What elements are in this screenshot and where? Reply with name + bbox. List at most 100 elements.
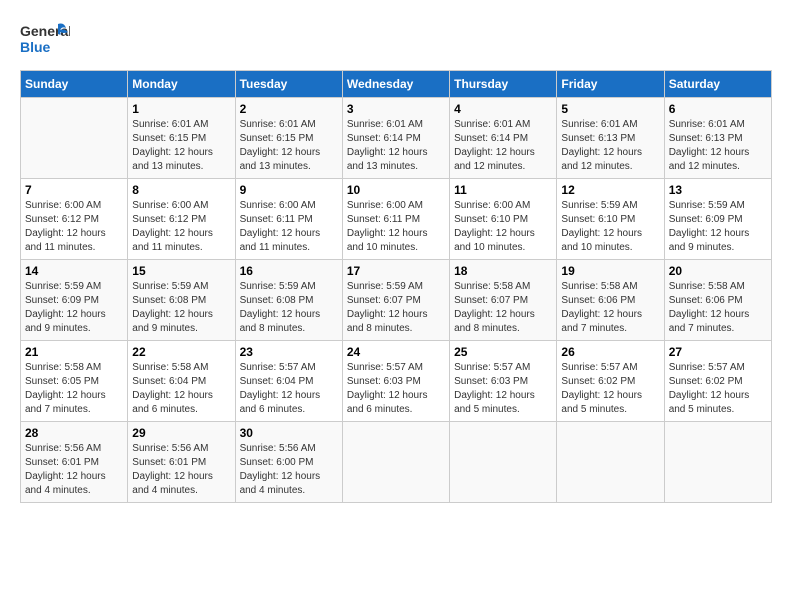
calendar-cell: 3 Sunrise: 6:01 AM Sunset: 6:14 PM Daylig… — [342, 98, 449, 179]
day-number: 13 — [669, 183, 767, 197]
day-info: Sunrise: 6:00 AM Sunset: 6:12 PM Dayligh… — [25, 199, 123, 255]
calendar-header-row: SundayMondayTuesdayWednesdayThursdayFrid… — [21, 71, 772, 98]
day-number: 16 — [240, 264, 338, 278]
day-number: 3 — [347, 102, 445, 116]
day-number: 29 — [132, 426, 230, 440]
day-info: Sunrise: 5:58 AM Sunset: 6:07 PM Dayligh… — [454, 280, 552, 336]
day-info: Sunrise: 6:00 AM Sunset: 6:11 PM Dayligh… — [240, 199, 338, 255]
calendar-cell: 6 Sunrise: 6:01 AM Sunset: 6:13 PM Daylig… — [664, 98, 771, 179]
header-wednesday: Wednesday — [342, 71, 449, 98]
calendar-cell — [557, 422, 664, 503]
day-info: Sunrise: 5:56 AM Sunset: 6:00 PM Dayligh… — [240, 442, 338, 498]
calendar-cell: 29 Sunrise: 5:56 AM Sunset: 6:01 PM Dayli… — [128, 422, 235, 503]
day-number: 26 — [561, 345, 659, 359]
calendar-table: SundayMondayTuesdayWednesdayThursdayFrid… — [20, 70, 772, 503]
day-info: Sunrise: 5:59 AM Sunset: 6:09 PM Dayligh… — [25, 280, 123, 336]
day-info: Sunrise: 5:59 AM Sunset: 6:09 PM Dayligh… — [669, 199, 767, 255]
day-number: 10 — [347, 183, 445, 197]
day-number: 28 — [25, 426, 123, 440]
header-saturday: Saturday — [664, 71, 771, 98]
day-info: Sunrise: 5:57 AM Sunset: 6:03 PM Dayligh… — [454, 361, 552, 417]
day-number: 1 — [132, 102, 230, 116]
calendar-cell: 17 Sunrise: 5:59 AM Sunset: 6:07 PM Dayli… — [342, 260, 449, 341]
calendar-cell — [342, 422, 449, 503]
calendar-cell: 24 Sunrise: 5:57 AM Sunset: 6:03 PM Dayli… — [342, 341, 449, 422]
calendar-cell — [664, 422, 771, 503]
day-info: Sunrise: 6:01 AM Sunset: 6:15 PM Dayligh… — [132, 118, 230, 174]
day-number: 30 — [240, 426, 338, 440]
calendar-cell: 21Sunrise: 5:58 AM Sunset: 6:05 PM Dayli… — [21, 341, 128, 422]
day-number: 15 — [132, 264, 230, 278]
calendar-cell: 5 Sunrise: 6:01 AM Sunset: 6:13 PM Daylig… — [557, 98, 664, 179]
day-info: Sunrise: 5:59 AM Sunset: 6:08 PM Dayligh… — [240, 280, 338, 336]
calendar-week-3: 21Sunrise: 5:58 AM Sunset: 6:05 PM Dayli… — [21, 341, 772, 422]
header-friday: Friday — [557, 71, 664, 98]
calendar-cell: 13 Sunrise: 5:59 AM Sunset: 6:09 PM Dayli… — [664, 179, 771, 260]
calendar-cell: 22 Sunrise: 5:58 AM Sunset: 6:04 PM Dayli… — [128, 341, 235, 422]
day-info: Sunrise: 5:59 AM Sunset: 6:10 PM Dayligh… — [561, 199, 659, 255]
logo: GeneralBlue — [20, 20, 70, 60]
calendar-cell — [21, 98, 128, 179]
day-number: 27 — [669, 345, 767, 359]
day-number: 7 — [25, 183, 123, 197]
calendar-week-1: 7 Sunrise: 6:00 AM Sunset: 6:12 PM Daylig… — [21, 179, 772, 260]
calendar-cell: 27Sunrise: 5:57 AM Sunset: 6:02 PM Dayli… — [664, 341, 771, 422]
calendar-cell: 7 Sunrise: 6:00 AM Sunset: 6:12 PM Daylig… — [21, 179, 128, 260]
calendar-cell: 8 Sunrise: 6:00 AM Sunset: 6:12 PM Daylig… — [128, 179, 235, 260]
day-number: 23 — [240, 345, 338, 359]
day-number: 11 — [454, 183, 552, 197]
day-info: Sunrise: 5:58 AM Sunset: 6:05 PM Dayligh… — [25, 361, 123, 417]
calendar-week-0: 1 Sunrise: 6:01 AM Sunset: 6:15 PM Daylig… — [21, 98, 772, 179]
header-monday: Monday — [128, 71, 235, 98]
day-number: 6 — [669, 102, 767, 116]
header-thursday: Thursday — [450, 71, 557, 98]
day-info: Sunrise: 5:56 AM Sunset: 6:01 PM Dayligh… — [132, 442, 230, 498]
calendar-cell: 26 Sunrise: 5:57 AM Sunset: 6:02 PM Dayli… — [557, 341, 664, 422]
day-info: Sunrise: 6:00 AM Sunset: 6:10 PM Dayligh… — [454, 199, 552, 255]
day-number: 22 — [132, 345, 230, 359]
day-info: Sunrise: 6:00 AM Sunset: 6:12 PM Dayligh… — [132, 199, 230, 255]
logo-svg: GeneralBlue — [20, 20, 70, 60]
calendar-cell: 1 Sunrise: 6:01 AM Sunset: 6:15 PM Daylig… — [128, 98, 235, 179]
day-info: Sunrise: 6:01 AM Sunset: 6:15 PM Dayligh… — [240, 118, 338, 174]
calendar-week-2: 14Sunrise: 5:59 AM Sunset: 6:09 PM Dayli… — [21, 260, 772, 341]
day-info: Sunrise: 5:57 AM Sunset: 6:04 PM Dayligh… — [240, 361, 338, 417]
calendar-cell: 20Sunrise: 5:58 AM Sunset: 6:06 PM Dayli… — [664, 260, 771, 341]
day-info: Sunrise: 6:01 AM Sunset: 6:13 PM Dayligh… — [561, 118, 659, 174]
page-header: GeneralBlue — [20, 20, 772, 60]
day-info: Sunrise: 5:57 AM Sunset: 6:03 PM Dayligh… — [347, 361, 445, 417]
calendar-cell: 11 Sunrise: 6:00 AM Sunset: 6:10 PM Dayli… — [450, 179, 557, 260]
day-number: 19 — [561, 264, 659, 278]
calendar-cell: 25Sunrise: 5:57 AM Sunset: 6:03 PM Dayli… — [450, 341, 557, 422]
calendar-cell: 23 Sunrise: 5:57 AM Sunset: 6:04 PM Dayli… — [235, 341, 342, 422]
calendar-cell — [450, 422, 557, 503]
day-info: Sunrise: 6:00 AM Sunset: 6:11 PM Dayligh… — [347, 199, 445, 255]
calendar-cell: 19Sunrise: 5:58 AM Sunset: 6:06 PM Dayli… — [557, 260, 664, 341]
day-info: Sunrise: 6:01 AM Sunset: 6:14 PM Dayligh… — [347, 118, 445, 174]
day-number: 12 — [561, 183, 659, 197]
day-info: Sunrise: 5:58 AM Sunset: 6:04 PM Dayligh… — [132, 361, 230, 417]
day-number: 2 — [240, 102, 338, 116]
day-info: Sunrise: 5:59 AM Sunset: 6:08 PM Dayligh… — [132, 280, 230, 336]
day-number: 8 — [132, 183, 230, 197]
calendar-cell: 30 Sunrise: 5:56 AM Sunset: 6:00 PM Dayli… — [235, 422, 342, 503]
header-sunday: Sunday — [21, 71, 128, 98]
header-tuesday: Tuesday — [235, 71, 342, 98]
calendar-cell: 9Sunrise: 6:00 AM Sunset: 6:11 PM Daylig… — [235, 179, 342, 260]
day-info: Sunrise: 5:58 AM Sunset: 6:06 PM Dayligh… — [669, 280, 767, 336]
calendar-cell: 4 Sunrise: 6:01 AM Sunset: 6:14 PM Daylig… — [450, 98, 557, 179]
day-info: Sunrise: 5:57 AM Sunset: 6:02 PM Dayligh… — [561, 361, 659, 417]
day-info: Sunrise: 5:56 AM Sunset: 6:01 PM Dayligh… — [25, 442, 123, 498]
day-number: 18 — [454, 264, 552, 278]
day-number: 24 — [347, 345, 445, 359]
day-number: 4 — [454, 102, 552, 116]
calendar-cell: 14Sunrise: 5:59 AM Sunset: 6:09 PM Dayli… — [21, 260, 128, 341]
day-info: Sunrise: 6:01 AM Sunset: 6:14 PM Dayligh… — [454, 118, 552, 174]
calendar-week-4: 28 Sunrise: 5:56 AM Sunset: 6:01 PM Dayli… — [21, 422, 772, 503]
calendar-cell: 28 Sunrise: 5:56 AM Sunset: 6:01 PM Dayli… — [21, 422, 128, 503]
day-number: 17 — [347, 264, 445, 278]
day-number: 5 — [561, 102, 659, 116]
day-info: Sunrise: 5:59 AM Sunset: 6:07 PM Dayligh… — [347, 280, 445, 336]
day-info: Sunrise: 6:01 AM Sunset: 6:13 PM Dayligh… — [669, 118, 767, 174]
calendar-cell: 18 Sunrise: 5:58 AM Sunset: 6:07 PM Dayli… — [450, 260, 557, 341]
